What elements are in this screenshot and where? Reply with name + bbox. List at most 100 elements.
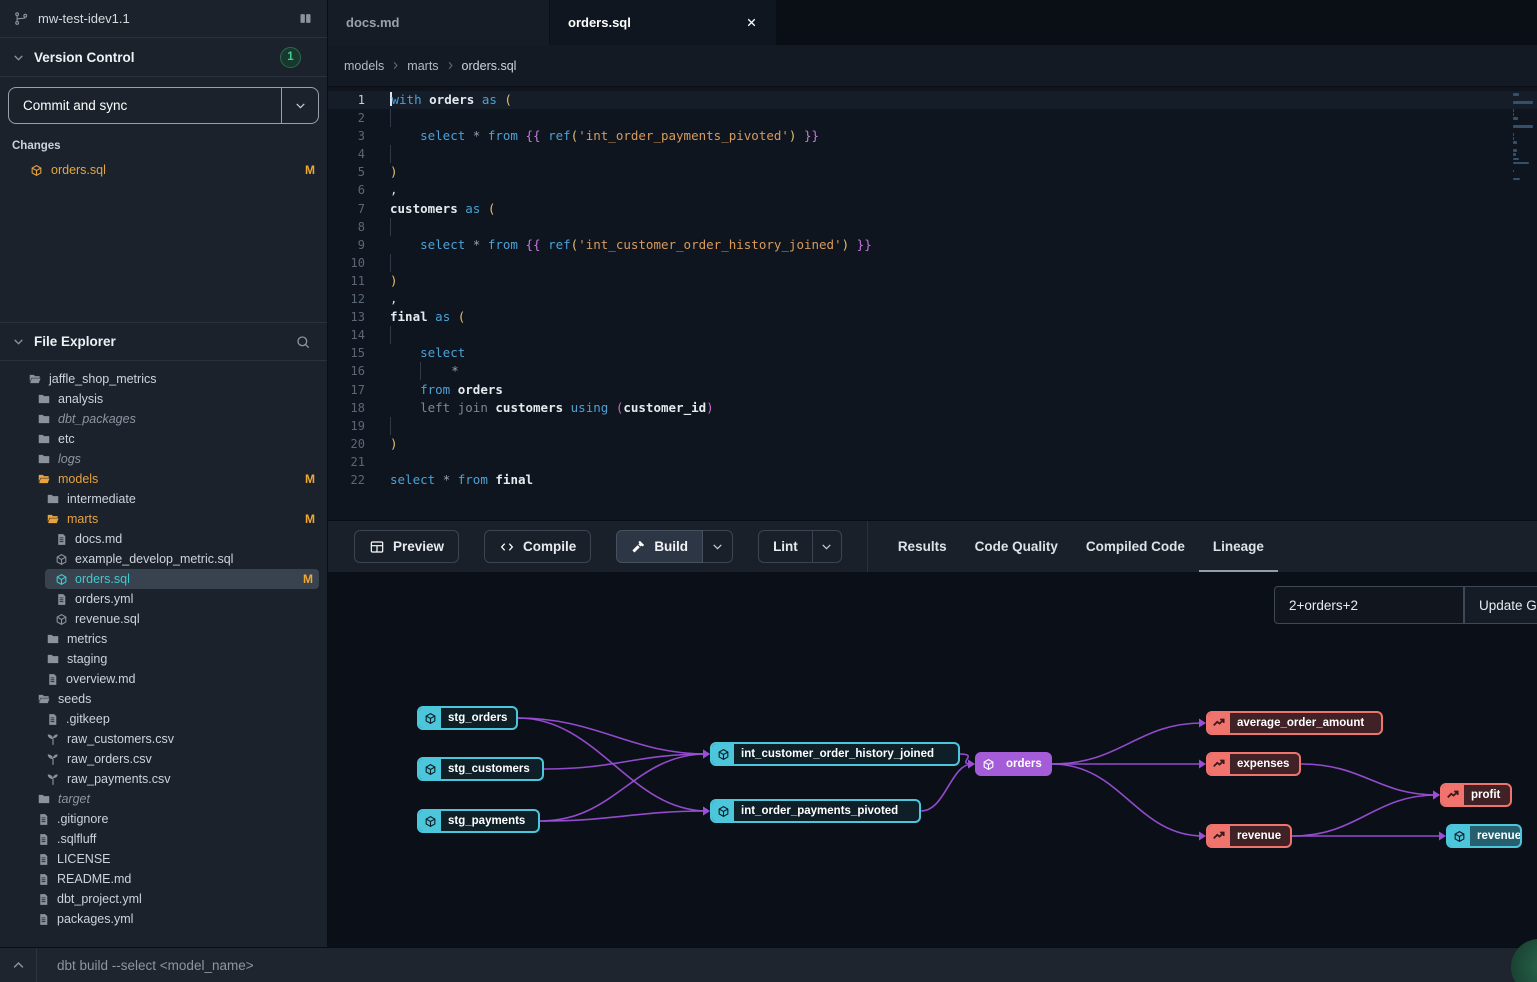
tree-item-logs[interactable]: logs <box>0 449 327 469</box>
search-icon[interactable] <box>295 334 311 350</box>
tab-results[interactable]: Results <box>884 521 961 573</box>
lineage-search-input[interactable] <box>1274 586 1464 624</box>
tab-label: orders.sql <box>568 15 631 30</box>
breadcrumb-item-models[interactable]: models <box>344 59 384 73</box>
lineage-node-revenue_model[interactable]: revenue <box>1446 824 1522 848</box>
tree-item-LICENSE[interactable]: LICENSE <box>0 849 327 869</box>
build-button[interactable]: Build <box>616 530 703 563</box>
panel-toggle-icon[interactable] <box>298 11 313 26</box>
tree-item-orders.sql[interactable]: orders.sqlM <box>45 569 319 589</box>
tree-item-label: etc <box>58 432 75 446</box>
lineage-node-stg_payments[interactable]: stg_payments <box>417 809 540 833</box>
tree-item-raw_payments.csv[interactable]: raw_payments.csv <box>0 769 327 789</box>
tree-item-seeds[interactable]: seeds <box>0 689 327 709</box>
lineage-node-stg_customers[interactable]: stg_customers <box>417 757 544 781</box>
lineage-node-revenue_metric[interactable]: revenue <box>1206 824 1292 848</box>
tab-docs-md[interactable]: docs.md <box>328 0 550 45</box>
tree-item-dbt_packages[interactable]: dbt_packages <box>0 409 327 429</box>
tab-lineage[interactable]: Lineage <box>1199 521 1278 573</box>
sidebar: mw-test-idev1.1 Version Control 1 Commit… <box>0 0 328 947</box>
lint-dropdown-button[interactable] <box>812 530 842 563</box>
code-line-6: 6, <box>328 181 1537 199</box>
breadcrumb-item-orders-sql[interactable]: orders.sql <box>462 59 517 73</box>
code-line-7: 7customers as ( <box>328 200 1537 218</box>
tree-item-raw_orders.csv[interactable]: raw_orders.csv <box>0 749 327 769</box>
metric-chart-icon <box>1208 713 1230 733</box>
line-number: 7 <box>328 200 365 218</box>
lint-button[interactable]: Lint <box>758 530 812 563</box>
node-label: average_order_amount <box>1230 717 1371 729</box>
commit-and-sync-button[interactable]: Commit and sync <box>9 88 281 123</box>
chevron-down-icon <box>12 335 25 348</box>
preview-button[interactable]: Preview <box>354 530 459 563</box>
modified-badge: M <box>303 572 313 586</box>
code-line-22: 22select * from final <box>328 471 1537 489</box>
update-graph-button[interactable]: Update G <box>1464 586 1537 624</box>
tree-item-etc[interactable]: etc <box>0 429 327 449</box>
tree-item-.gitignore[interactable]: .gitignore <box>0 809 327 829</box>
tree-item-analysis[interactable]: analysis <box>0 389 327 409</box>
tree-item-intermediate[interactable]: intermediate <box>0 489 327 509</box>
code-editor[interactable]: 1with orders as (23 select * from {{ ref… <box>328 87 1537 520</box>
lineage-node-profit[interactable]: profit <box>1440 783 1512 807</box>
folder-open-icon <box>28 372 42 386</box>
model-cube-icon <box>30 164 43 177</box>
tree-item-dbt_project.yml[interactable]: dbt_project.yml <box>0 889 327 909</box>
line-number: 13 <box>328 308 365 326</box>
lineage-node-int_order_payments_pivoted[interactable]: int_order_payments_pivoted <box>710 799 921 823</box>
breadcrumb-item-marts[interactable]: marts <box>407 59 438 73</box>
tree-item-models[interactable]: modelsM <box>0 469 327 489</box>
minimap[interactable] <box>1513 93 1535 182</box>
tab-code-quality[interactable]: Code Quality <box>961 521 1072 573</box>
lineage-node-expenses[interactable]: expenses <box>1206 752 1301 776</box>
tree-item-raw_customers.csv[interactable]: raw_customers.csv <box>0 729 327 749</box>
command-input[interactable] <box>57 958 1537 973</box>
lineage-node-stg_orders[interactable]: stg_orders <box>417 706 518 730</box>
expand-command-bar-button[interactable] <box>0 948 36 982</box>
lineage-node-average_order_amount[interactable]: average_order_amount <box>1206 711 1383 735</box>
modified-badge: M <box>305 512 315 526</box>
tree-item-label: dbt_packages <box>58 412 136 426</box>
tree-item-target[interactable]: target <box>0 789 327 809</box>
tree-item-example_develop_metric.sql[interactable]: example_develop_metric.sql <box>0 549 327 569</box>
tree-item-revenue.sql[interactable]: revenue.sql <box>0 609 327 629</box>
tree-item-label: metrics <box>67 632 107 646</box>
line-number: 9 <box>328 236 365 254</box>
model-cube-icon <box>712 801 734 821</box>
model-cube-icon <box>419 811 441 831</box>
tree-item-.gitkeep[interactable]: .gitkeep <box>0 709 327 729</box>
folder-open-icon <box>46 512 60 526</box>
tree-item-label: .gitkeep <box>66 712 110 726</box>
tab-orders-sql[interactable]: orders.sql <box>550 0 776 45</box>
code-line-20: 20) <box>328 435 1537 453</box>
file-icon <box>37 813 50 826</box>
tree-item-orders.yml[interactable]: orders.yml <box>0 589 327 609</box>
build-dropdown-button[interactable] <box>703 530 733 563</box>
tree-item-marts[interactable]: martsM <box>0 509 327 529</box>
modified-badge: M <box>305 472 315 486</box>
lineage-node-orders[interactable]: orders <box>975 752 1052 776</box>
node-label: stg_payments <box>441 815 532 827</box>
tree-item-staging[interactable]: staging <box>0 649 327 669</box>
compile-button[interactable]: Compile <box>484 530 591 563</box>
seed-icon <box>46 732 60 746</box>
tree-item-overview.md[interactable]: overview.md <box>0 669 327 689</box>
changes-label: Changes <box>0 132 327 158</box>
tree-item-jaffle_shop_metrics[interactable]: jaffle_shop_metrics <box>0 369 327 389</box>
tree-item-docs.md[interactable]: docs.md <box>0 529 327 549</box>
changed-file-orders-sql[interactable]: orders.sql M <box>0 158 327 182</box>
version-control-header[interactable]: Version Control 1 <box>0 38 327 77</box>
code-line-21: 21 <box>328 453 1537 471</box>
tree-item-packages.yml[interactable]: packages.yml <box>0 909 327 929</box>
tree-item-metrics[interactable]: metrics <box>0 629 327 649</box>
line-number: 15 <box>328 344 365 362</box>
tree-item-README.md[interactable]: README.md <box>0 869 327 889</box>
tree-item-.sqlfluff[interactable]: .sqlfluff <box>0 829 327 849</box>
lineage-node-int_customer_order_history_joined[interactable]: int_customer_order_history_joined <box>710 742 960 766</box>
tab-compiled-code[interactable]: Compiled Code <box>1072 521 1199 573</box>
code-line-3: 3 select * from {{ ref('int_order_paymen… <box>328 127 1537 145</box>
file-explorer-header[interactable]: File Explorer <box>0 322 327 361</box>
close-icon[interactable] <box>745 16 758 29</box>
commit-dropdown-button[interactable] <box>281 88 318 123</box>
chevron-up-icon <box>11 958 26 973</box>
